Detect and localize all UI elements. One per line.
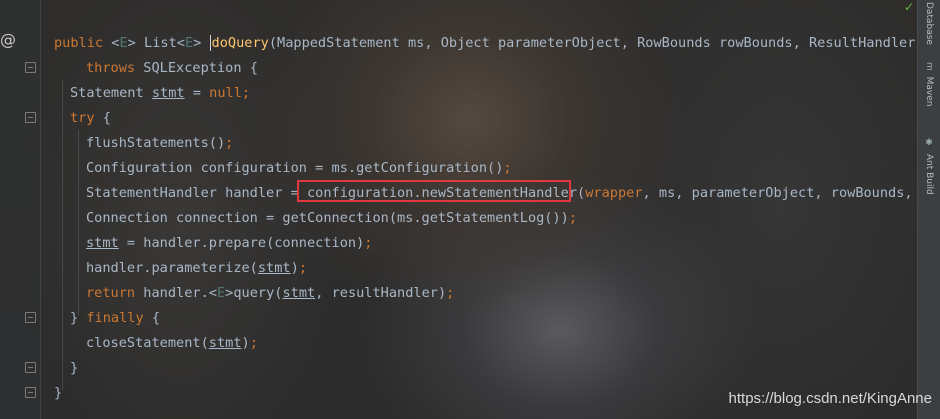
code-token: flushStatements() — [86, 135, 226, 151]
code-line: } — [54, 356, 940, 381]
code-token: ; — [298, 260, 307, 276]
code-token: ; — [568, 210, 578, 226]
code-token: handler.parameterize( — [86, 260, 258, 276]
ant-icon: ✱ — [924, 138, 934, 148]
code-token: return — [86, 285, 144, 301]
code-token: < — [176, 35, 185, 51]
code-token: stmt — [86, 235, 119, 251]
code-line: return handler.<E>query(stmt, resultHand… — [54, 281, 940, 306]
ant-tab-label: Ant Build — [924, 153, 934, 195]
code-token: Connection connection = getConnection(ms… — [86, 210, 569, 226]
fold-toggle[interactable] — [25, 112, 36, 123]
tool-tab-maven[interactable]: m Maven — [921, 62, 937, 122]
fold-toggle[interactable] — [25, 312, 36, 323]
code-token: } — [70, 310, 87, 326]
code-token: stmt — [151, 85, 185, 101]
code-line: handler.parameterize(stmt); — [54, 256, 940, 281]
code-token: doQuery — [211, 35, 269, 51]
code-token: { — [151, 310, 161, 326]
code-line: closeStatement(stmt); — [54, 331, 940, 356]
code-token: } — [54, 385, 63, 401]
code-line: } finally { — [54, 306, 940, 331]
code-token: = — [184, 85, 210, 101]
code-token: stmt — [257, 260, 291, 276]
tool-tab-ant-build[interactable]: ✱ Ant Build — [921, 138, 937, 208]
code-token: Statement — [70, 85, 152, 101]
code-token: stmt — [208, 335, 242, 351]
code-token: closeStatement( — [86, 335, 209, 351]
code-token: ; — [446, 285, 455, 301]
code-token: > — [193, 35, 210, 51]
code-token: , ms, parameterObject, rowBounds, resu — [642, 185, 940, 201]
code-token: = handler.prepare(connection) — [118, 235, 365, 251]
code-token: ; — [225, 135, 234, 151]
tool-tab-database[interactable]: Database — [921, 2, 937, 50]
code-line: Configuration configuration = ms.getConf… — [54, 156, 940, 181]
code-token: E — [184, 35, 194, 51]
editor-gutter: @ — [0, 0, 41, 419]
text-caret — [209, 35, 211, 51]
highlight-box — [297, 180, 571, 202]
code-token: ) — [241, 335, 250, 351]
code-token: { — [102, 110, 111, 126]
code-token: E — [119, 35, 128, 51]
code-token: null — [209, 85, 242, 101]
code-token: , resultHandler) — [315, 285, 447, 301]
code-line: Connection connection = getConnection(ms… — [54, 206, 940, 231]
code-line: public <E> List<E> doQuery(MappedStateme… — [54, 31, 940, 56]
code-line: Statement stmt = null; — [54, 81, 940, 106]
code-token: wrapper — [585, 185, 643, 201]
code-line: try { — [54, 106, 940, 131]
watermark-text: https://blog.csdn.net/KingAnne — [728, 390, 932, 407]
fold-toggle[interactable] — [25, 387, 36, 398]
fold-toggle[interactable] — [25, 362, 36, 373]
code-token: (MappedStatement ms, Object parameterObj… — [268, 35, 940, 51]
inspection-ok-icon[interactable]: ✓ — [904, 0, 914, 14]
code-token: ; — [364, 235, 373, 251]
code-token: ; — [241, 85, 251, 101]
maven-icon: m — [924, 62, 934, 71]
annotation-marker: @ — [0, 30, 16, 49]
code-token: E — [216, 285, 226, 301]
code-token: throws — [86, 60, 144, 76]
code-editor[interactable]: public <E> List<E> doQuery(MappedStateme… — [54, 31, 940, 406]
code-token: stmt — [282, 285, 316, 301]
maven-tab-label: Maven — [924, 76, 934, 107]
code-token: >query( — [225, 285, 283, 301]
code-token: SQLException { — [143, 60, 258, 76]
code-line: throws SQLException { — [54, 56, 940, 81]
code-token: handler.< — [143, 285, 217, 301]
code-token: try — [70, 110, 103, 126]
fold-toggle[interactable] — [25, 62, 36, 73]
code-token: } — [70, 360, 79, 376]
right-tool-window-bar: Database m Maven ✱ Ant Build — [917, 0, 940, 419]
code-token: public — [54, 35, 112, 51]
code-token: ; — [249, 335, 258, 351]
code-line: stmt = handler.prepare(connection); — [54, 231, 940, 256]
code-token: Configuration configuration = ms.getConf… — [86, 160, 504, 176]
code-token: finally — [86, 310, 152, 326]
code-token: ; — [503, 160, 512, 176]
code-line: flushStatements(); — [54, 131, 940, 156]
code-token: ) — [290, 260, 299, 276]
code-token: > List — [127, 35, 177, 51]
database-tab-label: Database — [924, 2, 934, 45]
